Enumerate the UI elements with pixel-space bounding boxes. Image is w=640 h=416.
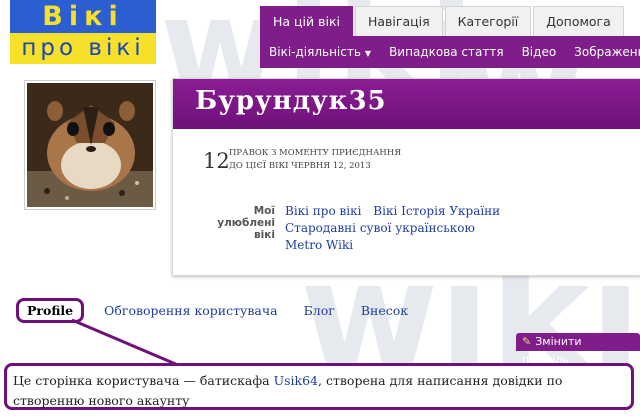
pencil-icon: ✎ (522, 335, 532, 348)
chipmunk-photo (27, 83, 153, 207)
profile-tabs: Profile Обговорення користувача Блог Вне… (16, 296, 434, 324)
nav-tab-categories[interactable]: Категорії (444, 6, 532, 36)
tab-blog[interactable]: Блог (304, 303, 335, 318)
nav-tab-on-this-wiki[interactable]: На цій вікі (260, 6, 353, 36)
edit-count-caption-line: до цієї вікі червня 12, 2013 (229, 161, 371, 171)
subnav-label: Зображення (574, 45, 640, 59)
subnav-video[interactable]: Відео (513, 36, 566, 68)
favorite-wiki-link[interactable]: Вікі Історія України (373, 204, 500, 218)
favorite-wikis-list: Вікі про вікі Вікі Історія України Старо… (285, 203, 625, 254)
edit-count[interactable]: 12 (203, 149, 230, 173)
favorite-wiki-link[interactable]: Metro Wiki (285, 238, 353, 252)
tab-user-talk[interactable]: Обговорення користувача (104, 303, 277, 318)
logo-line-1: Вікі (10, 0, 156, 33)
top-navigation: На цій вікі Навігація Категорії Допомога… (260, 6, 640, 68)
edit-count-caption-line: правок з моменту приєднання (229, 148, 402, 158)
chevron-down-icon: ▼ (364, 49, 372, 58)
nav-tab-navigation[interactable]: Навігація (354, 6, 443, 36)
user-description: Це сторінка користувача — батискафа Usik… (4, 363, 634, 410)
tab-contributions[interactable]: Внесок (361, 303, 408, 318)
nav-tab-help[interactable]: Допомога (533, 6, 624, 36)
site-logo[interactable]: Вікі про вікі (10, 0, 156, 64)
favorite-wikis-label: Мої улюблені вікі (217, 205, 275, 241)
edit-profile-button[interactable]: ✎ Змінити профіль (516, 333, 640, 366)
username: Бурундук35 (195, 86, 387, 116)
subnav-label: Вікі-діяльність (269, 45, 361, 59)
subnav-images[interactable]: Зображення (565, 36, 640, 68)
description-text: Це сторінка користувача — батискафа (13, 373, 274, 388)
nav-tabs: На цій вікі Навігація Категорії Допомога (260, 6, 626, 36)
profile-card: Бурундук35 12 правок з моменту приєднанн… (172, 78, 640, 276)
edit-count-caption: правок з моменту приєднання до цієї вікі… (229, 147, 401, 173)
logo-line-2: про вікі (10, 33, 156, 64)
subnav-label: Випадкова стаття (389, 45, 504, 59)
subnav-random-article[interactable]: Випадкова стаття (380, 36, 513, 68)
subnav-wiki-activity[interactable]: Вікі-діяльність ▼ (260, 36, 380, 68)
nav-subbar: Вікі-діяльність ▼ Випадкова стаття Відео … (260, 36, 640, 68)
subnav-label: Відео (521, 45, 557, 59)
favorite-wiki-link[interactable]: Вікі про вікі (285, 204, 361, 218)
profile-card-header: Бурундук35 (173, 79, 640, 129)
avatar[interactable] (24, 80, 156, 210)
favorite-wiki-link[interactable]: Стародавні сувої українською (285, 221, 475, 235)
user-link[interactable]: Usik64 (274, 373, 318, 388)
tab-profile[interactable]: Profile (16, 297, 85, 323)
